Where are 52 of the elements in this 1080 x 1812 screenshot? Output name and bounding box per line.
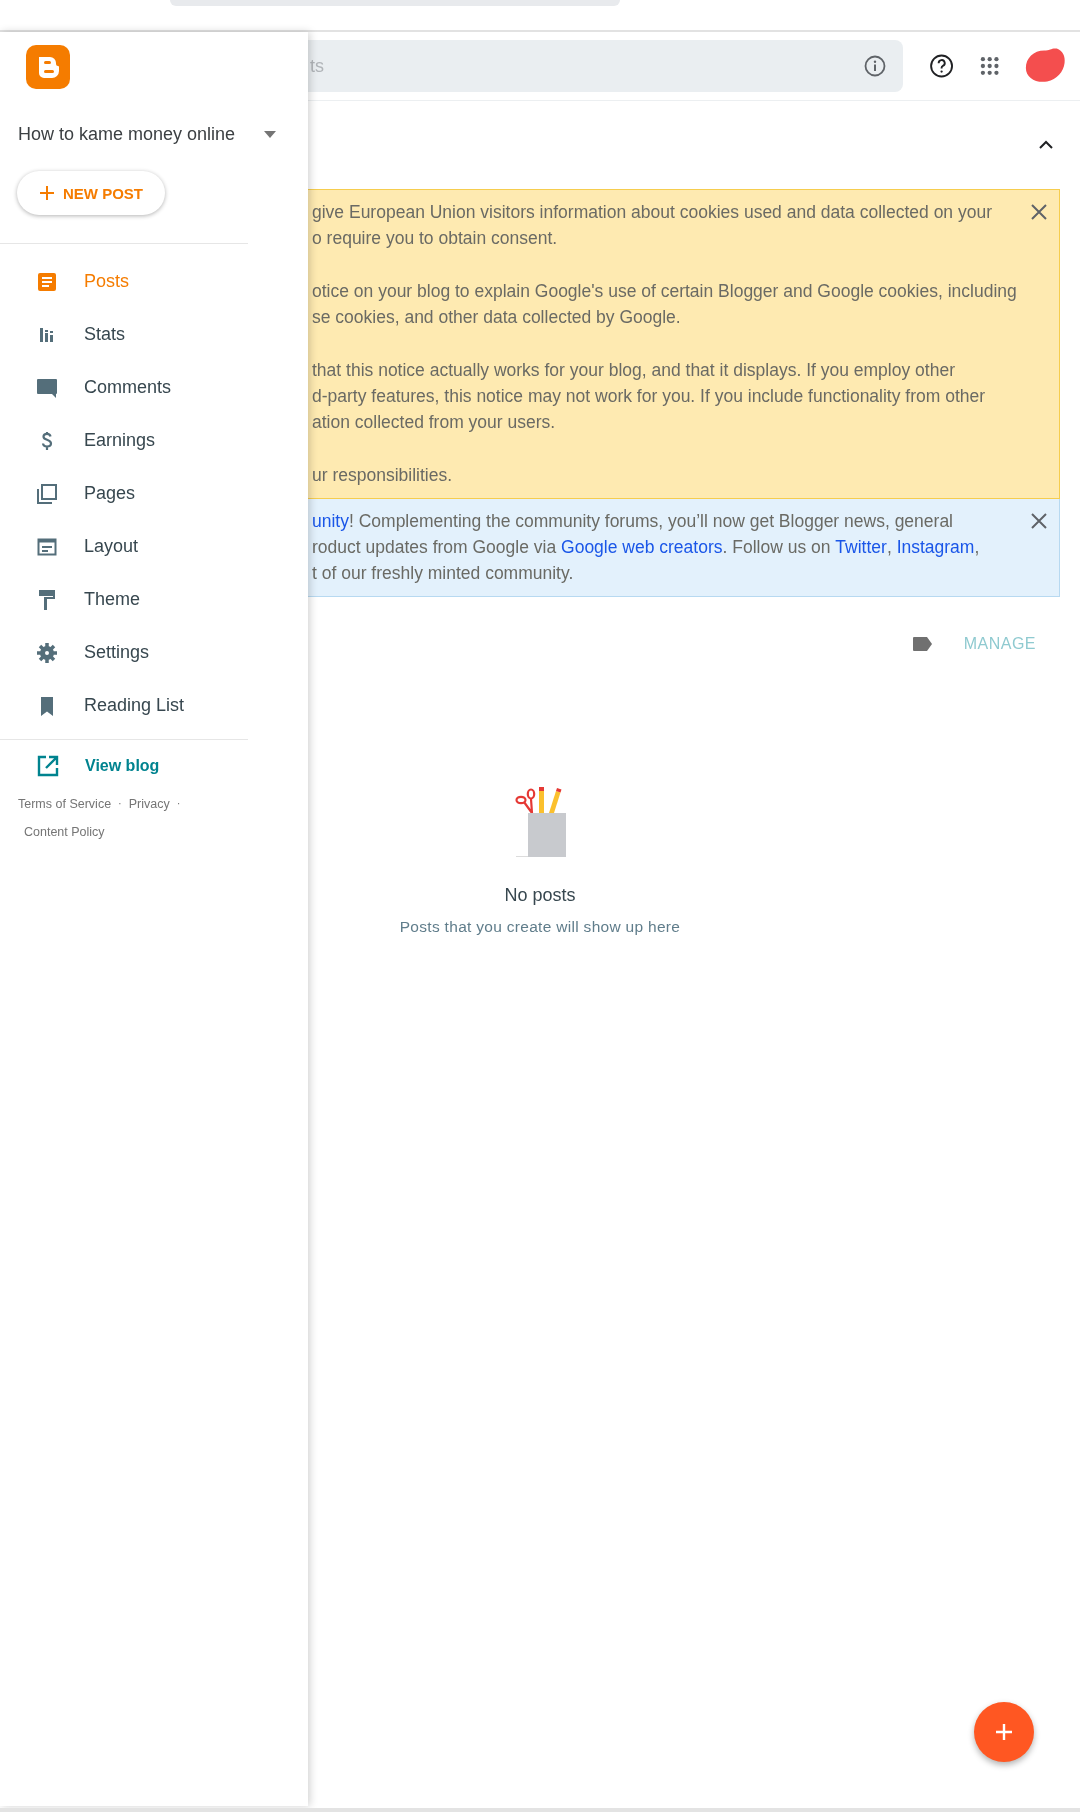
link[interactable]: Twitter <box>835 534 887 560</box>
notice-text: roduct updates from Google via Google web creators. Follow us on Twitter, Instagram, <box>312 534 980 560</box>
link[interactable]: Instagram <box>896 534 975 560</box>
nav-item[interactable]: Posts <box>0 255 248 308</box>
notice-text: that this notice actually works for your blog, and that it displays. If you employ other <box>312 359 956 382</box>
settings-icon <box>36 641 58 664</box>
nav-item[interactable]: Comments <box>0 361 248 414</box>
close-icon[interactable] <box>1031 204 1047 220</box>
chevron-up-icon[interactable] <box>1038 140 1054 150</box>
pages-icon <box>36 482 58 505</box>
dropdown-caret-icon[interactable] <box>264 131 276 138</box>
separator-dot: · <box>176 797 181 811</box>
notice-text: ation collected from your users. <box>312 411 557 434</box>
nav-item[interactable]: Settings <box>0 626 248 679</box>
empty-subtitle: Posts that you create will show up here <box>399 918 681 936</box>
notice-text: d-party features, this notice may not work for you. If you include functionality from other <box>312 385 987 408</box>
view-blog-link[interactable]: View blog <box>37 755 160 777</box>
close-icon[interactable] <box>1031 513 1047 529</box>
add-button[interactable] <box>974 1702 1034 1762</box>
notice-text: t of our freshly minted community. <box>312 562 575 585</box>
empty-title: No posts <box>504 885 576 906</box>
plus-icon <box>39 185 55 201</box>
footer-link[interactable]: Terms of Service <box>18 797 112 811</box>
link[interactable]: Google web creators <box>561 534 723 560</box>
nav-item[interactable]: Earnings <box>0 414 248 467</box>
notice-text: give European Union visitors information about cookies used and data collected on your <box>312 201 993 224</box>
plus-icon <box>994 1722 1014 1742</box>
comment-icon <box>36 376 58 399</box>
nav-item[interactable]: Reading List <box>0 679 248 732</box>
blogger-logo <box>26 45 70 89</box>
notice-text: otice on your blog to explain Google's use of certain Blogger and Google cookies, including <box>312 280 1017 303</box>
new-post-button[interactable]: NEW POST <box>17 171 165 215</box>
external-link-icon <box>37 755 59 777</box>
link[interactable]: unity <box>312 508 349 534</box>
label-icon[interactable] <box>911 636 934 652</box>
nav-item[interactable]: Pages <box>0 467 248 520</box>
nav-item[interactable]: Stats <box>0 308 248 361</box>
help-icon[interactable] <box>929 53 955 79</box>
nav-item[interactable]: Theme <box>0 573 248 626</box>
notice-text: o require you to obtain consent. <box>312 227 559 250</box>
notice-text: se cookies, and other data collected by Google. <box>312 306 682 329</box>
blog-title: How to kame money online <box>18 124 236 145</box>
posts-icon <box>36 270 58 293</box>
footer-link[interactable]: Content Policy <box>24 825 105 839</box>
apps-grid-icon[interactable] <box>980 56 1000 76</box>
notice-text: unity! Complementing the community forums, you’ll now get Blogger news, general <box>312 508 980 534</box>
nav-item[interactable]: Layout <box>0 520 248 573</box>
notice-text: ur responsibilities. <box>312 464 454 487</box>
info-icon[interactable] <box>863 54 887 78</box>
paint-roller-icon <box>36 588 58 611</box>
footer-link[interactable]: Privacy <box>128 797 170 811</box>
separator-dot: · <box>118 797 122 811</box>
